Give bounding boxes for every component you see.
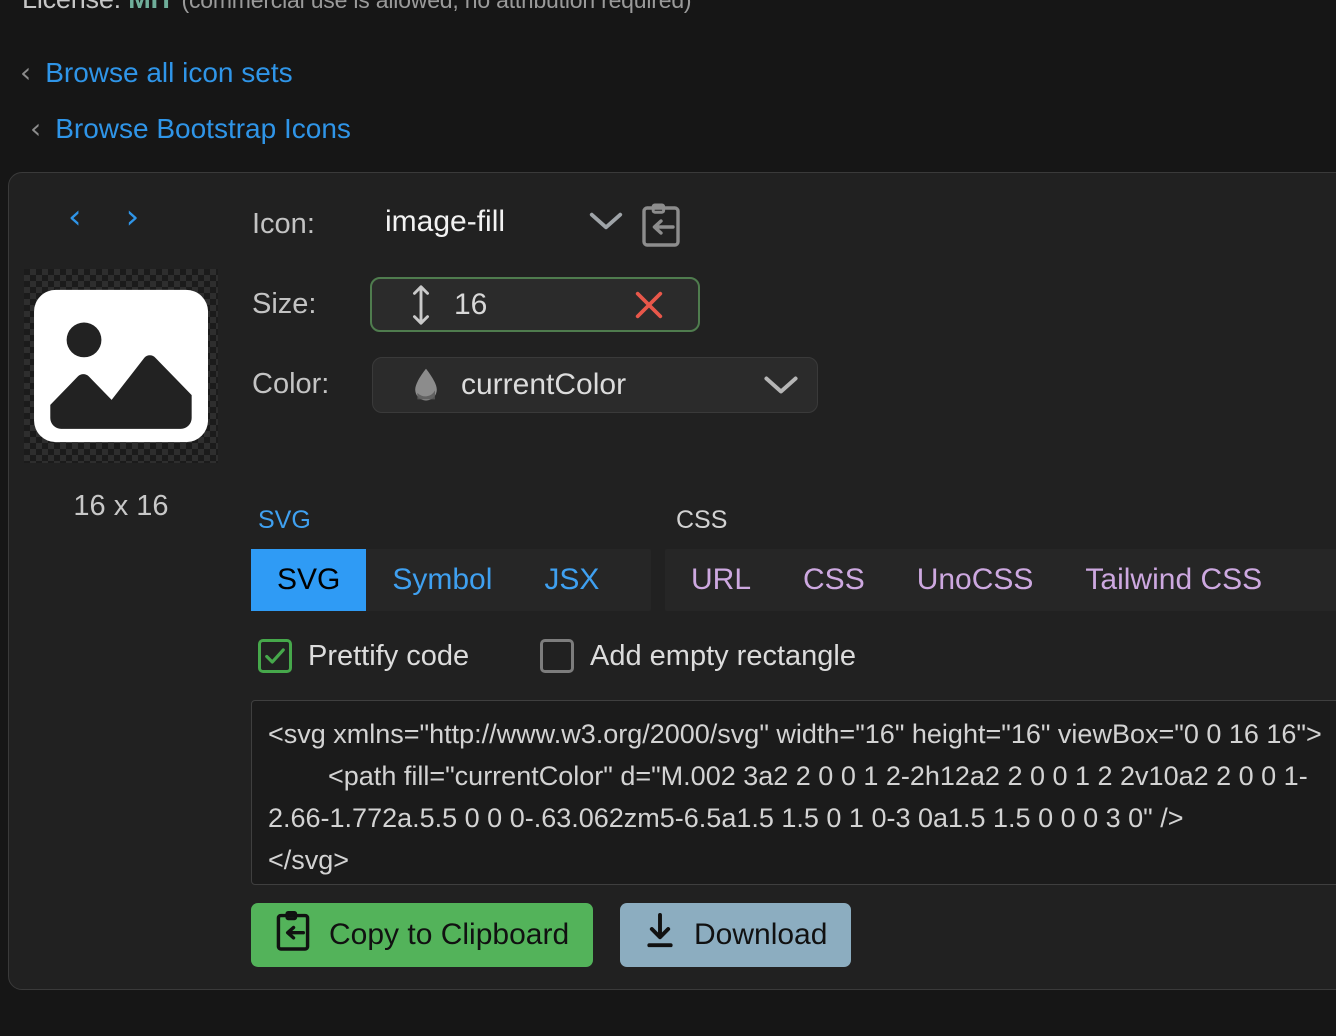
color-select[interactable]: currentColor (372, 357, 818, 413)
svg-group-title: SVG (258, 506, 311, 535)
license-value: MIT (128, 0, 174, 14)
css-format-tabs: URL CSS UnoCSS Tailwind CSS (665, 549, 1336, 611)
breadcrumb-label: Browse all icon sets (45, 57, 292, 89)
icon-navigation: ‹ › (68, 200, 139, 234)
clipboard-icon (275, 910, 311, 960)
size-input-group[interactable]: 16 (370, 277, 700, 332)
copy-to-clipboard-button[interactable]: Copy to Clipboard (251, 903, 593, 967)
tab-url[interactable]: URL (665, 549, 777, 611)
code-line: </svg> (268, 839, 1336, 881)
tab-jsx[interactable]: JSX (518, 549, 625, 611)
license-note: (commercial use is allowed, no attributi… (181, 0, 691, 13)
icon-name-value[interactable]: image-fill (385, 205, 505, 239)
svg-format-tabs: SVG Symbol JSX (251, 549, 651, 611)
color-field-label: Color: (252, 368, 329, 401)
svg-code-output[interactable]: <svg xmlns="http://www.w3.org/2000/svg" … (251, 700, 1336, 885)
add-empty-rectangle-checkbox-row[interactable]: Add empty rectangle (540, 639, 856, 673)
download-label: Download (694, 918, 827, 952)
add-empty-rectangle-label: Add empty rectangle (590, 640, 856, 673)
next-icon-button[interactable]: › (126, 200, 140, 234)
color-select-chevron-down-icon[interactable] (761, 372, 801, 398)
icon-field-label: Icon: (252, 208, 315, 241)
code-line: 2.66-1.772a.5.5 0 0 0-.63.062zm5-6.5a1.5… (268, 797, 1336, 839)
size-input-value[interactable]: 16 (454, 288, 487, 322)
tab-css[interactable]: CSS (777, 549, 891, 611)
download-icon (644, 912, 676, 958)
size-field-label: Size: (252, 288, 316, 321)
tab-symbol[interactable]: Symbol (366, 549, 518, 611)
color-select-value: currentColor (461, 368, 626, 402)
tab-unocss[interactable]: UnoCSS (891, 549, 1060, 611)
chevron-left-icon: ‹ (30, 115, 41, 143)
preview-dimensions-label: 16 x 16 (24, 490, 218, 523)
icon-preview-image (34, 279, 208, 453)
license-label: License: (22, 0, 121, 14)
prettify-code-label: Prettify code (308, 640, 469, 673)
breadcrumb-browse-all-icon-sets[interactable]: ‹ Browse all icon sets (20, 57, 293, 89)
breadcrumb-label: Browse Bootstrap Icons (55, 113, 351, 145)
breadcrumb-browse-bootstrap-icons[interactable]: ‹ Browse Bootstrap Icons (30, 113, 351, 145)
icon-preview-checkerboard (24, 269, 218, 463)
previous-icon-button[interactable]: ‹ (68, 200, 82, 234)
code-line: <svg xmlns="http://www.w3.org/2000/svg" … (268, 713, 1336, 755)
resize-vertical-icon (410, 285, 432, 325)
copy-to-clipboard-label: Copy to Clipboard (329, 918, 569, 952)
tab-tailwind-css[interactable]: Tailwind CSS (1059, 549, 1288, 611)
paste-svg-icon[interactable] (640, 203, 682, 254)
clear-size-icon[interactable] (632, 288, 666, 322)
chevron-left-icon: ‹ (20, 59, 31, 87)
code-line: <path fill="currentColor" d="M.002 3a2 2… (268, 755, 1336, 797)
prettify-code-checkbox-row[interactable]: Prettify code (258, 639, 469, 673)
license-line: License: MIT (commercial use is allowed,… (22, 0, 691, 15)
download-button[interactable]: Download (620, 903, 851, 967)
image-fill-icon (34, 279, 208, 453)
css-group-title: CSS (676, 506, 727, 535)
prettify-code-checkbox[interactable] (258, 639, 292, 673)
tab-svg[interactable]: SVG (251, 549, 366, 611)
icon-select-chevron-down-icon[interactable] (587, 208, 625, 239)
droplet-icon (411, 367, 441, 403)
add-empty-rectangle-checkbox[interactable] (540, 639, 574, 673)
